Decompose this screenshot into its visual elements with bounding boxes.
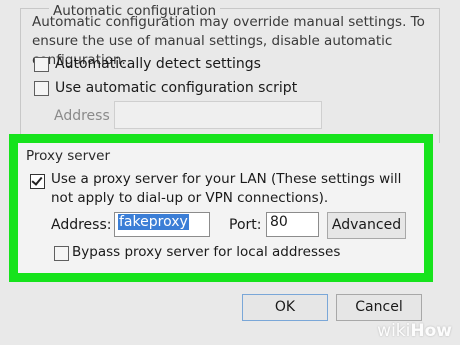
proxy-port-label: Port: xyxy=(229,217,262,233)
config-script-checkbox[interactable] xyxy=(34,81,49,96)
wikihow-watermark: wikiHow xyxy=(377,321,452,341)
detect-settings-label[interactable]: Automatically detect settings xyxy=(55,56,261,72)
proxy-port-value: 80 xyxy=(270,214,288,230)
detect-settings-checkbox[interactable] xyxy=(34,57,49,72)
watermark-prefix: wiki xyxy=(377,321,411,341)
proxy-server-title: Proxy server xyxy=(26,148,111,164)
watermark-suffix: How xyxy=(410,321,452,341)
script-address-label: Address xyxy=(54,108,110,124)
bypass-local-label[interactable]: Bypass proxy server for local addresses xyxy=(72,244,340,260)
ok-button[interactable]: OK xyxy=(242,294,328,321)
use-proxy-label[interactable]: Use a proxy server for your LAN (These s… xyxy=(51,170,411,208)
proxy-address-value: fakeproxy xyxy=(118,214,189,230)
proxy-port-input[interactable]: 80 xyxy=(266,212,319,237)
use-proxy-checkbox[interactable] xyxy=(30,174,45,189)
checkmark-icon xyxy=(31,174,43,186)
cancel-button[interactable]: Cancel xyxy=(336,294,422,321)
proxy-address-input[interactable]: fakeproxy xyxy=(114,212,210,237)
bypass-local-checkbox[interactable] xyxy=(54,246,69,261)
config-script-label[interactable]: Use automatic configuration script xyxy=(55,80,297,96)
script-address-input xyxy=(114,101,322,129)
advanced-button[interactable]: Advanced xyxy=(327,212,406,239)
proxy-address-label: Address: xyxy=(51,217,112,233)
